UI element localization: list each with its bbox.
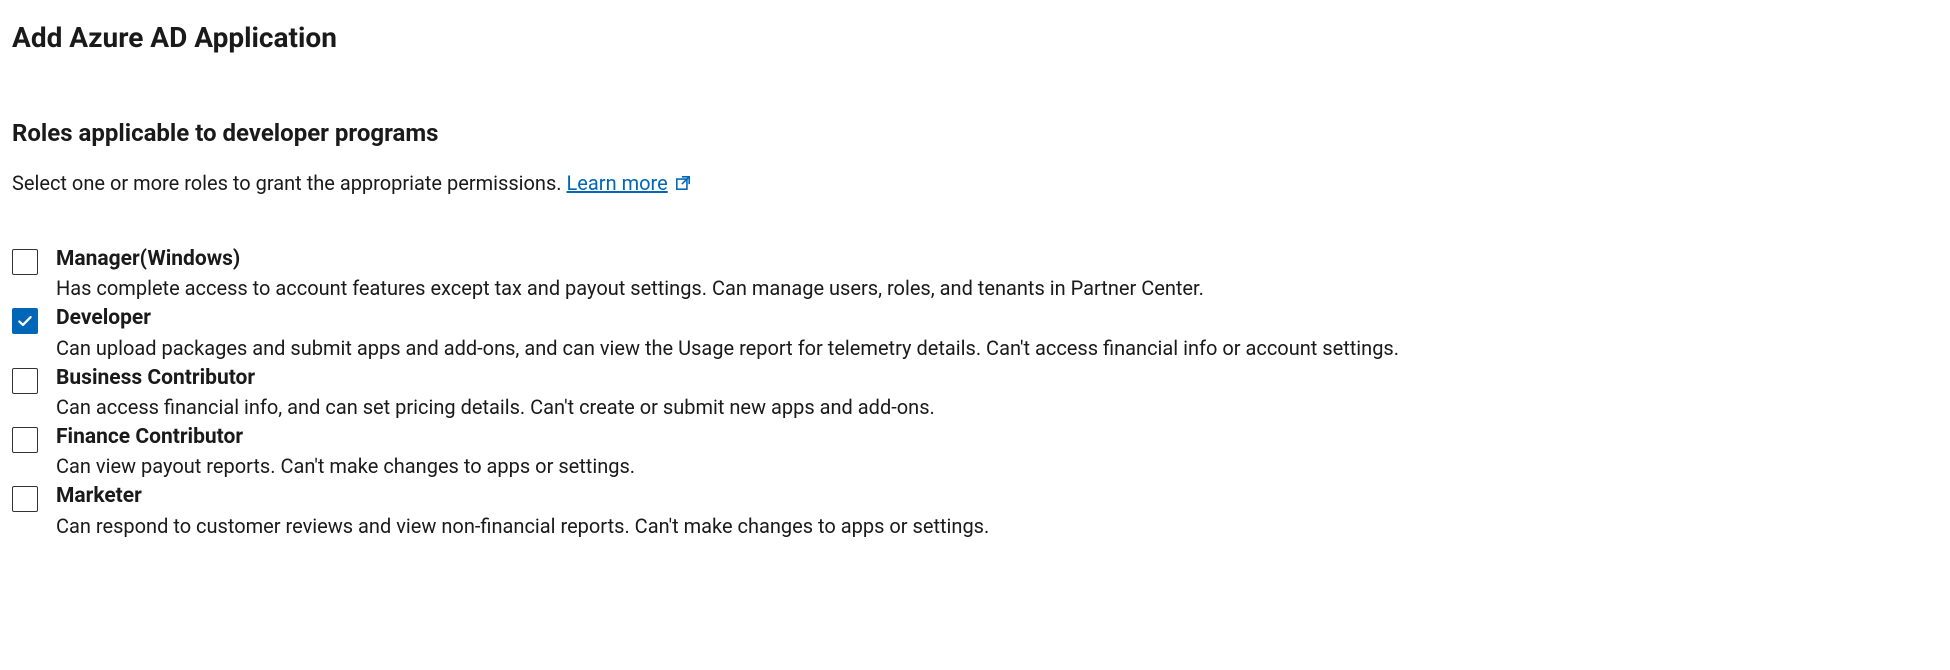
roles-list: Manager(Windows) Has complete access to … <box>12 245 1938 540</box>
role-text: Finance Contributor Can view payout repo… <box>56 423 635 480</box>
role-description: Can access financial info, and can set p… <box>56 393 935 421</box>
role-row-business-contributor: Business Contributor Can access financia… <box>12 364 1938 421</box>
role-text: Business Contributor Can access financia… <box>56 364 935 421</box>
role-text: Marketer Can respond to customer reviews… <box>56 482 989 539</box>
checkmark-icon <box>16 312 34 330</box>
role-description: Can upload packages and submit apps and … <box>56 334 1399 362</box>
role-text: Developer Can upload packages and submit… <box>56 304 1399 361</box>
role-text: Manager(Windows) Has complete access to … <box>56 245 1204 302</box>
intro-text: Select one or more roles to grant the ap… <box>12 171 567 195</box>
learn-more-label: Learn more <box>567 169 668 197</box>
role-checkbox-finance-contributor[interactable] <box>12 427 38 453</box>
section-intro: Select one or more roles to grant the ap… <box>12 169 1938 197</box>
role-checkbox-marketer[interactable] <box>12 486 38 512</box>
role-label: Developer <box>56 304 1399 333</box>
section-heading-roles: Roles applicable to developer programs <box>12 117 1938 151</box>
role-row-developer: Developer Can upload packages and submit… <box>12 304 1938 361</box>
role-checkbox-manager-windows[interactable] <box>12 249 38 275</box>
role-description: Has complete access to account features … <box>56 274 1204 302</box>
external-link-icon <box>674 174 692 192</box>
role-row-finance-contributor: Finance Contributor Can view payout repo… <box>12 423 1938 480</box>
role-label: Finance Contributor <box>56 423 635 452</box>
learn-more-link[interactable]: Learn more <box>567 169 692 197</box>
role-row-manager-windows: Manager(Windows) Has complete access to … <box>12 245 1938 302</box>
role-label: Marketer <box>56 482 989 511</box>
page-title: Add Azure AD Application <box>12 18 1938 57</box>
role-checkbox-developer[interactable] <box>12 308 38 334</box>
role-description: Can view payout reports. Can't make chan… <box>56 452 635 480</box>
role-row-marketer: Marketer Can respond to customer reviews… <box>12 482 1938 539</box>
role-checkbox-business-contributor[interactable] <box>12 368 38 394</box>
role-label: Manager(Windows) <box>56 245 1204 274</box>
role-description: Can respond to customer reviews and view… <box>56 512 989 540</box>
role-label: Business Contributor <box>56 364 935 393</box>
